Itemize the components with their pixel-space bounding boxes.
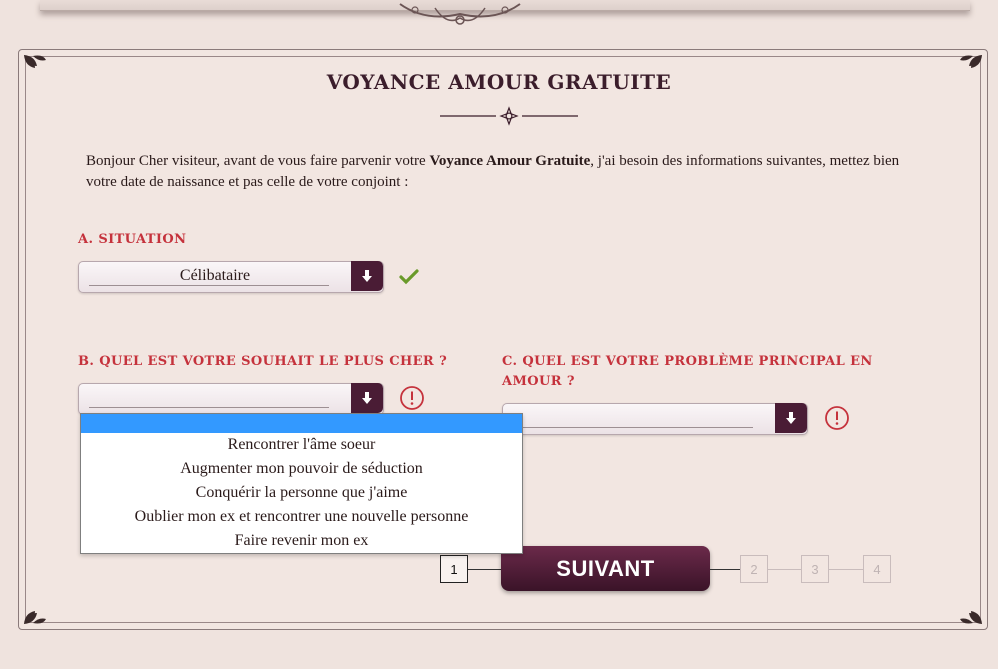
dropdown-arrow-icon[interactable] — [351, 383, 383, 413]
select-underline — [89, 285, 329, 286]
wish-dropdown-list[interactable]: Rencontrer l'âme soeur Augmenter mon pou… — [80, 413, 523, 554]
dropdown-option[interactable]: Oublier mon ex et rencontrer une nouvell… — [81, 505, 522, 529]
wish-select[interactable] — [78, 383, 384, 415]
section-b-label: B. QUEL EST VOTRE SOUHAIT LE PLUS CHER ? — [78, 354, 448, 369]
dropdown-option[interactable]: Augmenter mon pouvoir de séduction — [81, 457, 522, 481]
step-connector — [468, 569, 501, 570]
select-underline — [513, 427, 753, 428]
warning-icon — [400, 386, 424, 410]
title-divider-icon — [440, 106, 578, 126]
next-button[interactable]: SUIVANT — [501, 546, 710, 591]
step-4[interactable]: 4 — [863, 555, 891, 583]
dropdown-arrow-icon[interactable] — [775, 403, 807, 433]
dropdown-option[interactable]: Conquérir la personne que j'aime — [81, 481, 522, 505]
corner-leaf-icon — [960, 611, 982, 624]
dropdown-option[interactable]: Faire revenir mon ex — [81, 529, 522, 553]
corner-leaf-icon — [24, 611, 46, 624]
situation-value: Célibataire — [179, 267, 251, 284]
intro-bold: Voyance Amour Gratuite — [429, 153, 591, 169]
problem-select[interactable] — [502, 403, 808, 435]
dropdown-option-empty-highlighted[interactable] — [81, 414, 522, 433]
step-2[interactable]: 2 — [740, 555, 768, 583]
intro-text: Bonjour Cher visiteur, avant de vous fai… — [86, 151, 916, 193]
page-title: VOYANCE AMOUR GRATUITE — [326, 70, 672, 94]
step-connector — [768, 569, 801, 570]
section-c-label-line1: C. QUEL EST VOTRE PROBLÈME PRINCIPAL EN — [502, 354, 873, 369]
section-c-label-line2: AMOUR ? — [502, 374, 575, 389]
step-3[interactable]: 3 — [801, 555, 829, 583]
intro-part1: Bonjour Cher visiteur, avant de vous fai… — [86, 153, 430, 169]
situation-select[interactable]: Célibataire — [78, 261, 384, 293]
dropdown-arrow-icon[interactable] — [351, 261, 383, 291]
dropdown-option[interactable]: Rencontrer l'âme soeur — [81, 433, 522, 457]
step-connector — [710, 569, 740, 570]
check-icon — [399, 269, 419, 285]
warning-icon — [825, 406, 849, 430]
ornament-icon — [399, 3, 521, 25]
step-1[interactable]: 1 — [440, 555, 468, 583]
select-underline — [89, 407, 329, 408]
section-a-label: A. SITUATION — [78, 232, 187, 247]
step-connector — [829, 569, 863, 570]
